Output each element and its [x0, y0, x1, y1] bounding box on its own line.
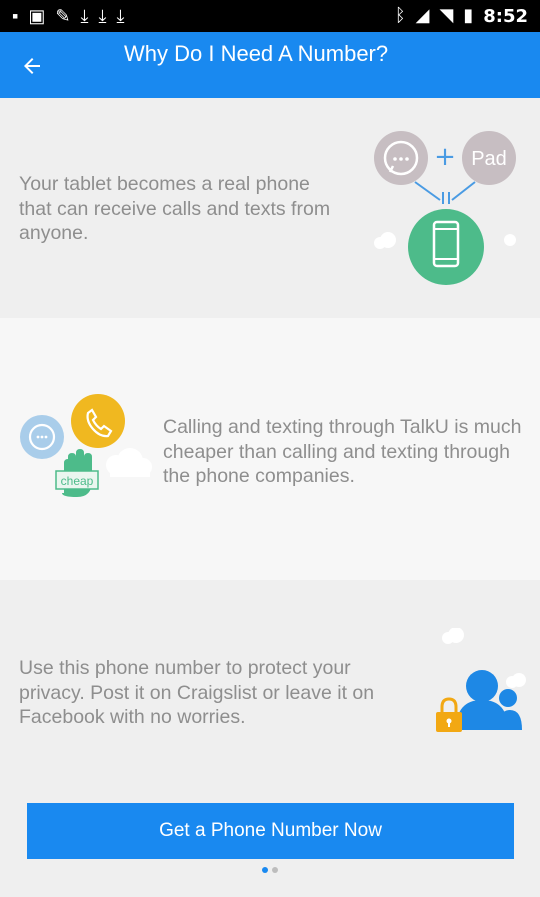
download-icon: ⤓	[116, 6, 125, 26]
get-phone-number-button[interactable]: Get a Phone Number Now	[27, 803, 514, 859]
page-dot	[272, 867, 278, 873]
phone-plus-pad-illustration: + Pad	[370, 128, 527, 285]
feature-text-phone: Your tablet becomes a real phone that ca…	[19, 173, 331, 244]
bluetooth-icon: ᛒ	[394, 5, 406, 26]
page-title: Why Do I Need A Number?	[124, 41, 389, 66]
download-icon: ⤓	[80, 6, 89, 26]
notification-icon: ▪	[12, 6, 19, 26]
battery-icon: ▮	[463, 5, 474, 26]
photo-icon: ▣	[28, 6, 46, 26]
cheap-label: cheap	[61, 474, 94, 488]
page-indicator	[259, 864, 281, 876]
status-bar: ▪ ▣ ✎ ⤓ ⤓ ⤓ ᛒ ◢ ◥ ▮ 8:52	[0, 0, 540, 32]
status-right-icons: ᛒ ◢ ◥ ▮ 8:52	[395, 6, 528, 27]
download-icon: ⤓	[98, 6, 107, 26]
feature-text-privacy: Use this phone number to protect your pr…	[19, 657, 375, 728]
wrench-icon: ✎	[55, 6, 71, 26]
wifi-icon: ◥	[439, 5, 454, 26]
svg-text:+: +	[434, 142, 456, 172]
cheap-calls-illustration: cheap	[18, 391, 158, 509]
clock: 8:52	[483, 5, 528, 27]
page-dot	[262, 867, 268, 873]
arrow-left-icon	[24, 58, 40, 74]
signal-off-icon: ◢	[415, 5, 430, 26]
feature-text-cheap: Calling and texting through TalkU is muc…	[163, 416, 522, 487]
privacy-illustration	[420, 627, 528, 758]
toolbar: Why Do I Need A Number?	[0, 32, 540, 98]
back-button[interactable]	[18, 52, 46, 80]
pad-label: Pad	[471, 148, 507, 170]
status-left-icons: ▪ ▣ ✎ ⤓ ⤓ ⤓	[12, 7, 124, 25]
